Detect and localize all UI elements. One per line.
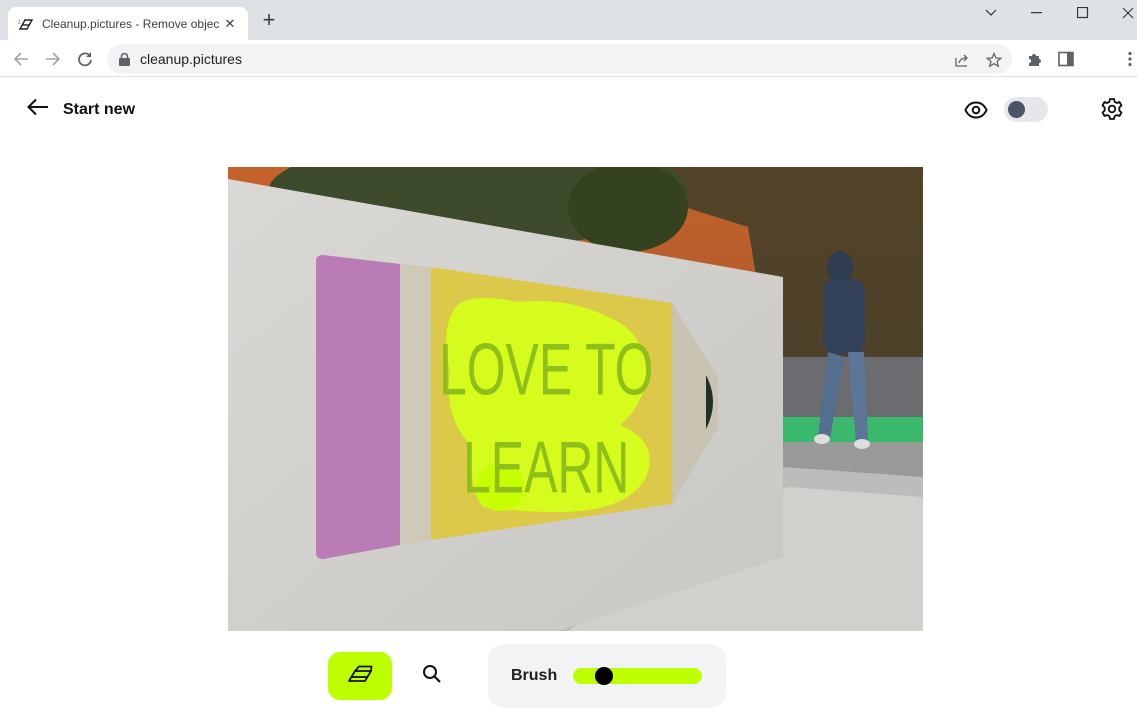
arrow-left-icon[interactable]	[10, 48, 32, 70]
eraser-button[interactable]	[328, 652, 392, 700]
url-text: cleanup.pictures	[140, 51, 242, 67]
more-vert-icon[interactable]	[1120, 49, 1137, 69]
browser-titlebar: Cleanup.pictures - Remove objec ✕ +	[0, 0, 1137, 40]
brush-label: Brush	[511, 667, 558, 684]
start-new-button[interactable]: Start new	[27, 98, 135, 121]
reload-icon[interactable]	[74, 48, 96, 70]
extensions-icon[interactable]	[1024, 49, 1044, 69]
eraser-icon	[347, 665, 373, 688]
close-icon[interactable]	[1105, 0, 1137, 26]
sign-line-2: LEARN	[463, 427, 629, 509]
share-icon[interactable]	[953, 51, 971, 69]
chevron-down-icon[interactable]	[968, 0, 1014, 26]
app-header: Start new	[0, 78, 1137, 140]
photo: LOVE TO LEARN	[228, 167, 923, 631]
eye-icon[interactable]	[964, 98, 988, 122]
compare-toggle[interactable]	[1004, 97, 1048, 122]
image-canvas[interactable]: LOVE TO LEARN	[228, 167, 923, 631]
minimize-icon[interactable]	[1014, 0, 1060, 26]
maximize-icon[interactable]	[1060, 0, 1106, 26]
star-icon[interactable]	[985, 51, 1003, 69]
lock-icon[interactable]	[119, 52, 130, 66]
eraser-favicon-icon	[18, 16, 34, 32]
sign-line-1: LOVE TO	[439, 329, 654, 411]
browser-toolbar: cleanup.pictures	[0, 40, 1137, 77]
arrow-right-icon[interactable]	[42, 48, 64, 70]
search-icon	[422, 664, 442, 689]
tab-title: Cleanup.pictures - Remove objec	[42, 16, 220, 31]
gear-icon[interactable]	[1100, 97, 1124, 121]
brush-panel: Brush	[488, 644, 726, 708]
zoom-button[interactable]	[412, 652, 452, 700]
slider-thumb[interactable]	[594, 667, 613, 685]
start-new-label: Start new	[63, 100, 136, 118]
close-icon[interactable]: ✕	[222, 16, 238, 32]
arrow-left-icon	[27, 98, 49, 121]
browser-tab[interactable]: Cleanup.pictures - Remove objec ✕	[8, 7, 248, 40]
toggle-knob	[1008, 101, 1025, 118]
plus-icon[interactable]: +	[258, 9, 280, 32]
side-panel-icon[interactable]	[1056, 49, 1076, 69]
address-bar[interactable]: cleanup.pictures	[107, 44, 1012, 74]
brush-size-slider[interactable]	[573, 667, 702, 685]
